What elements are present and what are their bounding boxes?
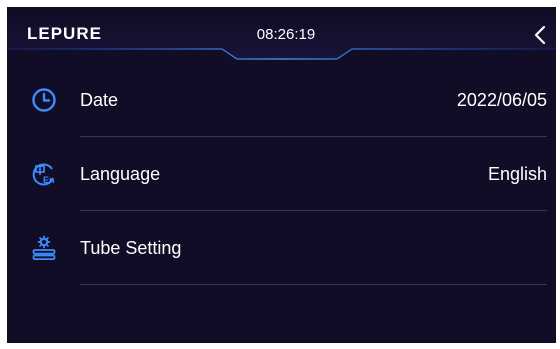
setting-label-language: Language xyxy=(80,164,161,184)
chevron-left-icon xyxy=(534,25,546,45)
brand-logo: LEPURE xyxy=(27,24,102,43)
time-display: 08:26:19 xyxy=(256,26,316,43)
language-icon: En xyxy=(32,163,55,186)
setting-row-tube[interactable]: Tube Setting xyxy=(7,211,556,285)
setting-label-date: Date xyxy=(80,90,119,110)
back-button[interactable] xyxy=(529,23,551,47)
setting-row-date[interactable]: Date 2022/06/05 xyxy=(7,63,556,137)
settings-screen: LEPURE 08:26:19 Date 2022/06/05 En Langu… xyxy=(7,7,556,343)
setting-value-language: English xyxy=(487,164,547,184)
header-bar: LEPURE 08:26:19 xyxy=(7,7,556,63)
clock-icon xyxy=(32,88,56,112)
setting-row-language[interactable]: En Language English xyxy=(7,137,556,211)
svg-text:En: En xyxy=(43,175,55,185)
setting-value-date: 2022/06/05 xyxy=(456,90,547,110)
setting-label-tube: Tube Setting xyxy=(80,238,182,258)
row-divider xyxy=(80,284,547,285)
tube-setting-icon xyxy=(32,235,56,260)
